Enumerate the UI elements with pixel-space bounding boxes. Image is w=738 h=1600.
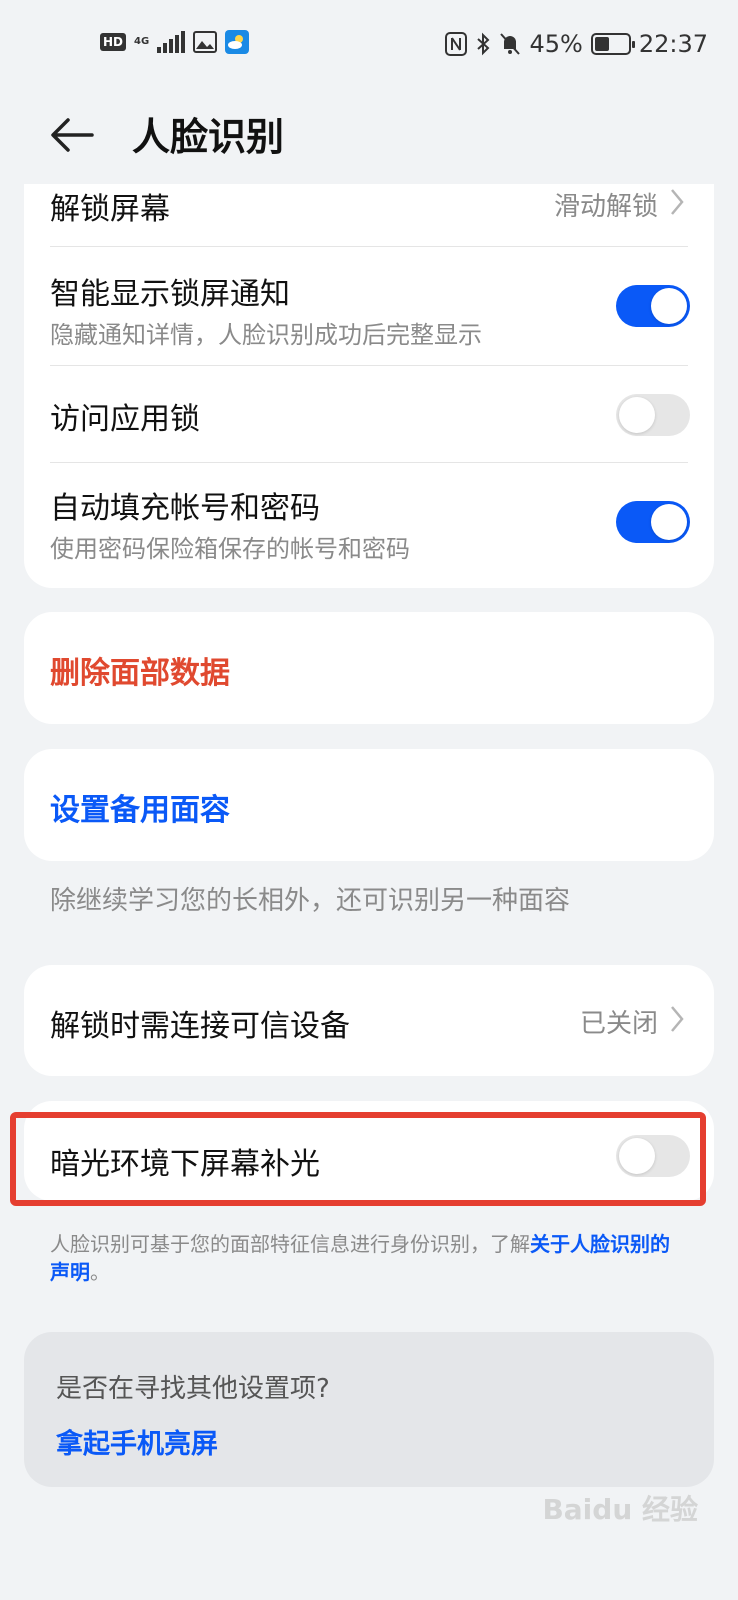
- battery-percent: 45%: [529, 30, 583, 58]
- privacy-statement-link[interactable]: 关于人脸识别的: [530, 1232, 670, 1256]
- back-arrow-icon: [51, 118, 94, 152]
- autofill-title: 自动填充帐号和密码: [50, 491, 320, 526]
- battery-icon: [590, 33, 635, 55]
- autofill-subtitle: 使用密码保险箱保存的帐号和密码: [50, 535, 410, 563]
- disclaimer: 人脸识别可基于您的面部特征信息进行身份识别，了解关于人脸识别的 声明。: [50, 1230, 690, 1286]
- delete-face-card[interactable]: 删除面部数据: [24, 612, 714, 724]
- alt-face-card[interactable]: 设置备用面容: [24, 749, 714, 861]
- back-button[interactable]: [48, 110, 98, 160]
- delete-face-button[interactable]: 删除面部数据: [50, 648, 230, 692]
- smart-notify-row[interactable]: 智能显示锁屏通知 隐藏通知详情，人脸识别成功后完整显示: [24, 247, 714, 365]
- alt-face-note: 除继续学习您的长相外，还可识别另一种面容: [50, 886, 571, 916]
- privacy-statement-link-2[interactable]: 声明: [50, 1260, 90, 1284]
- gallery-icon: [193, 31, 218, 53]
- status-left: HD 4G: [100, 30, 250, 54]
- chevron-right-icon: [671, 1006, 684, 1032]
- face-settings-card: 解锁屏幕 滑动解锁 智能显示锁屏通知 隐藏通知详情，人脸识别成功后完整显示 访问…: [24, 184, 714, 588]
- trusted-device-value: 已关闭: [579, 1009, 658, 1039]
- alt-face-button[interactable]: 设置备用面容: [50, 785, 230, 829]
- battery-fill: [594, 37, 609, 51]
- weather-icon: [225, 30, 250, 54]
- watermark: Baidu 经验: [542, 1493, 698, 1526]
- unlock-screen-value: 滑动解锁: [553, 192, 658, 222]
- disclaimer-text: 人脸识别可基于您的面部特征信息进行身份识别，了解: [50, 1232, 530, 1256]
- bluetooth-icon: [477, 32, 490, 56]
- smart-notify-toggle[interactable]: [616, 285, 690, 327]
- mute-bell-icon: [500, 33, 521, 55]
- header: 人脸识别: [0, 92, 738, 182]
- toggle-knob: [619, 397, 655, 433]
- app-lock-row[interactable]: 访问应用锁: [24, 366, 714, 462]
- autofill-toggle[interactable]: [616, 501, 690, 543]
- unlock-screen-row[interactable]: 解锁屏幕 滑动解锁: [24, 184, 714, 246]
- clock: 22:37: [638, 30, 708, 58]
- app-lock-title: 访问应用锁: [50, 402, 200, 437]
- autofill-row[interactable]: 自动填充帐号和密码 使用密码保险箱保存的帐号和密码: [24, 463, 714, 588]
- smart-notify-subtitle: 隐藏通知详情，人脸识别成功后完整显示: [50, 321, 482, 349]
- unlock-screen-title: 解锁屏幕: [50, 192, 170, 227]
- page-title: 人脸识别: [132, 115, 285, 159]
- hd-badge: HD: [100, 33, 127, 51]
- toggle-knob: [651, 288, 687, 324]
- suggestion-card: 是否在寻找其他设置项? 拿起手机亮屏: [24, 1332, 714, 1487]
- chevron-right-icon: [671, 189, 684, 215]
- trusted-device-title: 解锁时需连接可信设备: [50, 1009, 350, 1044]
- status-bar: HD 4G 45% 22:37: [0, 0, 738, 92]
- disclaimer-end: 。: [90, 1260, 110, 1284]
- network-type: 4G: [134, 36, 150, 47]
- suggestion-question: 是否在寻找其他设置项?: [56, 1374, 330, 1404]
- status-right: 45% 22:37: [445, 30, 708, 58]
- nfc-icon: [445, 32, 468, 56]
- app-lock-toggle[interactable]: [616, 394, 690, 436]
- trusted-device-card[interactable]: 解锁时需连接可信设备 已关闭: [24, 965, 714, 1076]
- toggle-knob: [651, 504, 687, 540]
- signal-icon: [157, 31, 186, 53]
- highlight-box: [10, 1112, 706, 1206]
- suggestion-link[interactable]: 拿起手机亮屏: [56, 1422, 218, 1461]
- smart-notify-title: 智能显示锁屏通知: [50, 277, 290, 312]
